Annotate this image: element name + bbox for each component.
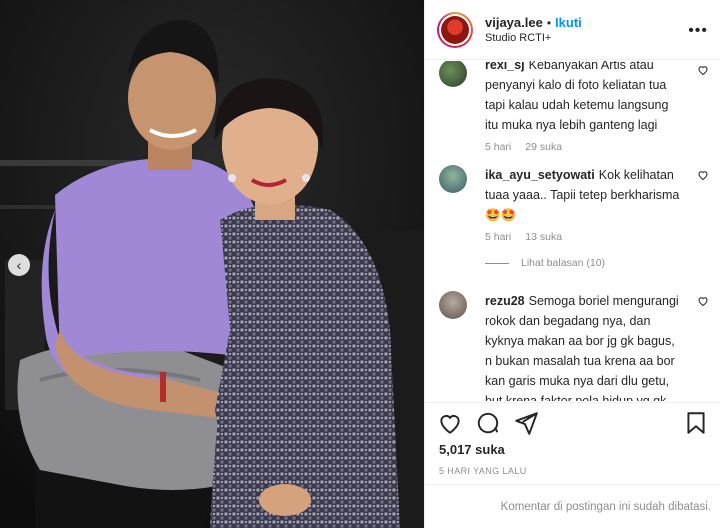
carousel-prev-button[interactable]: ‹ [8, 254, 30, 276]
comment-username[interactable]: ika_ayu_setyowati [485, 168, 595, 182]
comment-likes[interactable]: 13 suka [525, 231, 562, 243]
comment-text-block: rexi_sj Kebanyakan Artis atau penyanyi ka… [485, 61, 681, 135]
replies-divider [485, 262, 509, 264]
comments-list[interactable]: rexi_sj Kebanyakan Artis atau penyanyi ka… [425, 61, 720, 401]
view-replies-label: Lihat balasan (10) [521, 257, 606, 269]
comment-text-block: rezu28 Semoga boriel mengurangi rokok dan… [485, 291, 681, 401]
avatar[interactable] [437, 11, 473, 48]
comment-meta: 5 hari 13 suka [485, 231, 709, 243]
comment-item: ika_ayu_setyowati Kok kelihatan tuaa yaaa… [439, 165, 709, 243]
username-link[interactable]: vijaya.lee [485, 15, 543, 30]
header-text: vijaya.lee • Ikuti Studio RCTI+ [485, 15, 582, 44]
like-count[interactable]: 5,017 suka [439, 442, 505, 457]
comment-item: rexi_sj Kebanyakan Artis atau penyanyi ka… [439, 61, 709, 153]
post-header: vijaya.lee • Ikuti Studio RCTI+ ••• [425, 0, 720, 60]
comment-item: rezu28 Semoga boriel mengurangi rokok dan… [439, 291, 709, 401]
comment-age: 5 hari [485, 231, 512, 243]
more-options-icon[interactable]: ••• [688, 22, 708, 40]
post-photo[interactable]: ‹ [0, 0, 424, 528]
avatar-frame [439, 13, 471, 46]
post-sidebar: vijaya.lee • Ikuti Studio RCTI+ ••• rexi… [424, 0, 720, 528]
comment-likes[interactable]: 29 suka [525, 141, 562, 153]
avatar-image [441, 15, 469, 44]
comment-avatar[interactable] [439, 165, 467, 193]
heart-icon[interactable] [437, 410, 463, 436]
comment-text: Semoga boriel mengurangi rokok dan begad… [485, 294, 679, 401]
comment-meta: 5 hari 29 suka [485, 141, 709, 153]
view-replies-button[interactable]: Lihat balasan (10) [485, 257, 605, 269]
comment-avatar[interactable] [439, 61, 467, 87]
bookmark-icon[interactable] [683, 410, 709, 436]
comment-username[interactable]: rexi_sj [485, 61, 525, 72]
comment-icon[interactable] [475, 410, 501, 436]
comment-avatar[interactable] [439, 291, 467, 319]
comments-closed-notice: Komentar di postingan ini sudah dibatasi… [425, 484, 720, 528]
comment-age: 5 hari [485, 141, 512, 153]
heart-icon[interactable] [697, 169, 709, 181]
photo-illustration [0, 0, 424, 528]
follow-button[interactable]: Ikuti [555, 15, 582, 30]
separator-dot: • [546, 15, 552, 30]
comment-username[interactable]: rezu28 [485, 294, 525, 308]
heart-icon[interactable] [697, 64, 709, 76]
comment-text-block: ika_ayu_setyowati Kok kelihatan tuaa yaaa… [485, 165, 681, 225]
header-line: vijaya.lee • Ikuti [485, 15, 582, 30]
post-timestamp[interactable]: 5 HARI YANG LALU [439, 466, 527, 476]
action-bar [425, 402, 720, 442]
paper-plane-icon[interactable] [513, 410, 539, 436]
heart-icon[interactable] [697, 295, 709, 307]
location-link[interactable]: Studio RCTI+ [485, 32, 582, 44]
